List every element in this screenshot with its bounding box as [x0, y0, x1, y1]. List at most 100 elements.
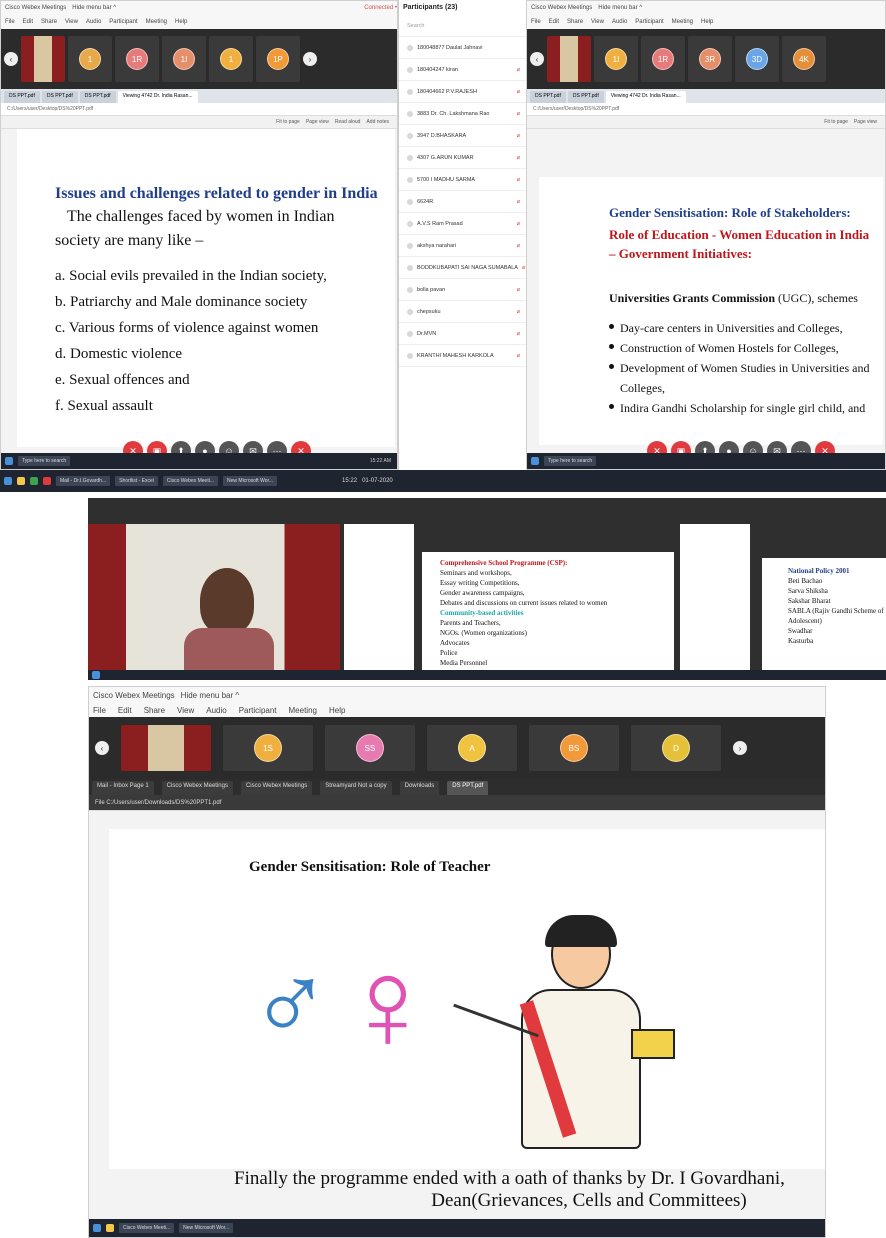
participant-row[interactable]: chepsuku ⌀ [399, 301, 526, 323]
video-thumb-host[interactable] [21, 36, 65, 82]
windows-icon[interactable] [531, 457, 539, 465]
menu-help[interactable]: Help [175, 19, 187, 25]
menu-edit[interactable]: Edit [549, 19, 559, 25]
browser-tab[interactable]: Streamyard Not a copy [320, 781, 392, 795]
participants-search[interactable]: Search [399, 15, 526, 37]
address-bar[interactable]: C:/Users/user/Desktop/DS%20PPT.pdf [527, 103, 885, 116]
menu-share[interactable]: Share [567, 19, 583, 25]
video-thumb[interactable]: 3R [688, 36, 732, 82]
windows-icon[interactable] [5, 457, 13, 465]
browser-tab[interactable]: Cisco Webex Meetings [240, 781, 313, 795]
taskbar-item[interactable]: Shortlist - Excel [115, 476, 158, 486]
chevron-right-icon[interactable]: › [303, 52, 317, 66]
video-thumb[interactable]: 1 [209, 36, 253, 82]
add-notes-button[interactable]: Add notes [366, 119, 389, 125]
participant-row[interactable]: 3883 Dr. Ch. Lakshmana Rao ⌀ [399, 103, 526, 125]
video-thumb[interactable]: 1S [223, 725, 313, 771]
taskbar-item[interactable]: Mail - Dr.I.Govardh... [56, 476, 111, 486]
participant-row[interactable]: 6624R ⌀ [399, 191, 526, 213]
menu-participant[interactable]: Participant [239, 706, 277, 715]
speaker-video[interactable] [88, 524, 340, 670]
windows-icon[interactable] [93, 1224, 101, 1232]
video-thumb[interactable]: A [427, 725, 517, 771]
participant-row[interactable]: Dr.MVN ⌀ [399, 323, 526, 345]
menu-help[interactable]: Help [701, 19, 713, 25]
menu-share[interactable]: Share [144, 706, 165, 715]
video-thumb[interactable]: 1I [162, 36, 206, 82]
taskbar-item[interactable]: New Microsoft Wor... [179, 1223, 234, 1233]
menu-share[interactable]: Share [41, 19, 57, 25]
taskbar-item[interactable]: New Microsoft Wor... [223, 476, 278, 486]
participant-row[interactable]: 180048877 Daulat Jahnavi [399, 37, 526, 59]
video-thumb[interactable]: BS [529, 725, 619, 771]
menu-meeting[interactable]: Meeting [672, 19, 693, 25]
participant-row[interactable]: KRANTHI MAHESH KARKOLA ⌀ [399, 345, 526, 367]
windows-icon[interactable] [4, 477, 12, 485]
participant-row[interactable]: 4307 G.ARUN KUMAR ⌀ [399, 147, 526, 169]
video-thumb-host[interactable] [547, 36, 591, 82]
browser-tab[interactable]: DS PPT.pdf [530, 91, 566, 103]
page-view-button[interactable]: Page view [306, 119, 329, 125]
address-bar[interactable]: C:/Users/user/Desktop/DS%20PPT.pdf [1, 103, 397, 116]
hide-menu-link[interactable]: Hide menu bar ^ [72, 5, 116, 11]
video-thumb-host[interactable] [121, 725, 211, 771]
participant-row[interactable]: 5700 I MADHU SARMA ⌀ [399, 169, 526, 191]
hide-menu-link[interactable]: Hide menu bar ^ [181, 691, 239, 700]
fit-page-button[interactable]: Fit to page [276, 119, 300, 125]
folder-icon[interactable] [106, 1224, 114, 1232]
menu-audio[interactable]: Audio [612, 19, 627, 25]
taskbar-item[interactable]: Cisco Webex Meeti... [162, 476, 219, 486]
menu-audio[interactable]: Audio [206, 706, 226, 715]
search-box[interactable]: Type here to search [544, 456, 597, 466]
browser-tab-active[interactable]: Viewing 4742 Dr. India Rasan... [605, 91, 686, 103]
chevron-left-icon[interactable]: ‹ [530, 52, 544, 66]
chevron-left-icon[interactable]: ‹ [4, 52, 18, 66]
video-thumb[interactable]: 3D [735, 36, 779, 82]
address-bar[interactable]: File C:/Users/user/Downloads/DS%20PPT1.p… [89, 795, 825, 811]
menu-participant[interactable]: Participant [109, 19, 137, 25]
search-box[interactable]: Type here to search [18, 456, 71, 466]
menu-help[interactable]: Help [329, 706, 345, 715]
taskbar-item[interactable]: Cisco Webex Meeti... [119, 1223, 175, 1233]
windows-icon[interactable] [92, 671, 100, 679]
menu-view[interactable]: View [177, 706, 194, 715]
hide-menu-link[interactable]: Hide menu bar ^ [598, 5, 642, 11]
menu-edit[interactable]: Edit [118, 706, 132, 715]
browser-tab[interactable]: DS PPT.pdf [567, 91, 604, 103]
menu-file[interactable]: File [5, 19, 15, 25]
browser-tab[interactable]: DS PPT.pdf [79, 91, 116, 103]
video-thumb[interactable]: 1 [68, 36, 112, 82]
menu-view[interactable]: View [591, 19, 604, 25]
video-thumb[interactable]: D [631, 725, 721, 771]
browser-tab[interactable]: Cisco Webex Meetings [161, 781, 233, 795]
participant-row[interactable]: 3947 D.BHASKARA ⌀ [399, 125, 526, 147]
fit-page-button[interactable]: Fit to page [824, 119, 848, 125]
browser-tab[interactable]: DS PPT.pdf [4, 91, 40, 103]
video-thumb[interactable]: 1R [641, 36, 685, 82]
browser-tab-active[interactable]: DS PPT.pdf [447, 781, 489, 795]
chrome-icon[interactable] [43, 477, 51, 485]
participant-row[interactable]: 180404662 P.V.RAJESH ⌀ [399, 81, 526, 103]
video-thumb[interactable]: SS [325, 725, 415, 771]
participant-row[interactable]: BODDKUBAPATI SAI NAGA SUMABALA ⌀ [399, 257, 526, 279]
chevron-left-icon[interactable]: ‹ [95, 741, 109, 755]
video-thumb[interactable]: 4K [782, 36, 826, 82]
participant-row[interactable]: akshya narahari ⌀ [399, 235, 526, 257]
menu-view[interactable]: View [65, 19, 78, 25]
store-icon[interactable] [30, 477, 38, 485]
browser-tab[interactable]: Downloads [399, 781, 440, 795]
menu-meeting[interactable]: Meeting [146, 19, 167, 25]
chevron-right-icon[interactable]: › [733, 741, 747, 755]
video-thumb[interactable]: 1P [256, 36, 300, 82]
browser-tab[interactable]: Mail - Inbox Page 1 [92, 781, 154, 795]
browser-tab[interactable]: DS PPT.pdf [41, 91, 78, 103]
menu-file[interactable]: File [93, 706, 106, 715]
menu-audio[interactable]: Audio [86, 19, 101, 25]
menu-edit[interactable]: Edit [23, 19, 33, 25]
menu-file[interactable]: File [531, 19, 541, 25]
video-thumb[interactable]: 1R [115, 36, 159, 82]
video-thumb[interactable]: 1I [594, 36, 638, 82]
participant-row[interactable]: bolla pavan ⌀ [399, 279, 526, 301]
menu-meeting[interactable]: Meeting [289, 706, 317, 715]
folder-icon[interactable] [17, 477, 25, 485]
